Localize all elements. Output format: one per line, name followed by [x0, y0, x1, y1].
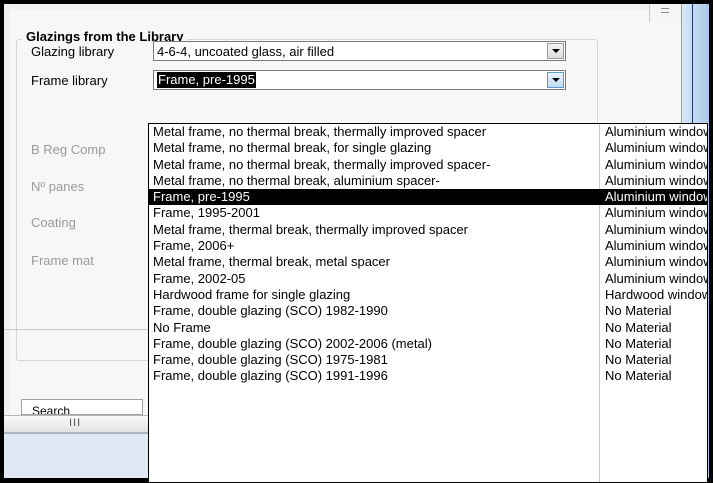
bottom-panel — [4, 433, 150, 478]
dropdown-option[interactable]: Metal frame, thermal break, metal spacer… — [149, 254, 707, 270]
dropdown-option[interactable]: Frame, pre-1995 Aluminium window — [149, 189, 708, 206]
horizontal-scrollbar[interactable]: III — [4, 415, 150, 433]
coating-label: Coating — [31, 215, 76, 230]
dropdown-option[interactable]: Metal frame, no thermal break, for singl… — [149, 140, 707, 156]
dropdown-option[interactable]: Frame, double glazing (SCO) 1975-1981 No … — [149, 352, 707, 368]
option-material: Aluminium window — [605, 238, 708, 254]
option-material: No Material — [605, 352, 672, 368]
option-name: Frame, double glazing (SCO) 2002-2006 (m… — [153, 335, 432, 351]
dropdown-option[interactable]: Hardwood frame for single glazing Hardwoo… — [149, 287, 707, 303]
dropdown-option[interactable]: Frame, 2002-05 Aluminium window — [149, 271, 707, 287]
option-name: No Frame — [153, 319, 211, 335]
option-name: Frame, pre-1995 — [153, 189, 250, 205]
dropdown-option[interactable]: Metal frame, no thermal break, thermally… — [149, 157, 707, 173]
option-name: Metal frame, no thermal break, for singl… — [153, 140, 432, 156]
option-material: Aluminium window — [605, 254, 708, 270]
divider — [4, 329, 150, 330]
option-material: Aluminium window — [605, 124, 708, 139]
search-label: Search — [32, 404, 71, 415]
scrollbar-grip-icon[interactable]: III — [69, 417, 81, 429]
option-material: No Material — [605, 303, 672, 319]
option-material: Aluminium window — [605, 156, 708, 172]
option-material: Aluminium window — [605, 189, 708, 205]
option-material: Aluminium window — [605, 140, 708, 156]
dropdown-option[interactable]: Metal frame, no thermal break, aluminium… — [149, 173, 707, 189]
vertical-scrollbar[interactable] — [649, 4, 682, 22]
num-panes-label: Nº panes — [31, 179, 85, 194]
dropdown-option[interactable]: Frame, double glazing (SCO) 2002-2006 (m… — [149, 336, 707, 352]
option-name: Frame, 2006+ — [153, 238, 235, 254]
option-name: Frame, 1995-2001 — [153, 205, 260, 221]
option-material: Aluminium window — [605, 270, 708, 286]
option-name: Frame, 2002-05 — [153, 270, 246, 286]
dropdown-option[interactable]: Frame, double glazing (SCO) 1991-1996 No … — [149, 368, 707, 384]
option-name: Metal frame, no thermal break, aluminium… — [153, 172, 440, 188]
option-name: Frame, double glazing (SCO) 1991-1996 — [153, 368, 388, 384]
option-material: Aluminium window — [605, 205, 708, 221]
scrollbar-thumb[interactable] — [661, 8, 669, 13]
option-name: Hardwood frame for single glazing — [153, 286, 351, 302]
option-name: Frame, double glazing (SCO) 1982-1990 — [153, 303, 388, 319]
option-material: No Material — [605, 335, 672, 351]
option-name: Metal frame, no thermal break, thermally… — [153, 124, 487, 139]
option-name: Metal frame, thermal break, thermally im… — [153, 221, 469, 237]
glazing-library-dropdown-button[interactable] — [547, 43, 564, 59]
dropdown-option[interactable]: Metal frame, thermal break, thermally im… — [149, 222, 707, 238]
dropdown-option[interactable]: Frame, 1995-2001 Aluminium window — [149, 205, 707, 221]
search-field[interactable]: Search — [21, 399, 143, 415]
option-material: Hardwood window — [605, 286, 708, 302]
glazing-library-label: Glazing library — [31, 44, 115, 59]
frame-library-label: Frame library — [31, 73, 108, 88]
frame-material-label: Frame mat — [31, 253, 94, 268]
option-material: Aluminium window — [605, 221, 708, 237]
dropdown-option[interactable]: No Frame No Material — [149, 320, 707, 336]
option-material: Aluminium window — [605, 172, 708, 188]
frame-library-value: Frame, pre-1995 — [157, 72, 256, 88]
frame-library-select[interactable]: Frame, pre-1995 — [153, 70, 566, 90]
option-material: No Material — [605, 368, 672, 384]
dropdown-option[interactable]: Frame, double glazing (SCO) 1982-1990 No … — [149, 303, 707, 319]
option-material: No Material — [605, 319, 672, 335]
chevron-down-icon — [551, 78, 560, 82]
b-reg-comp-label: B Reg Comp — [31, 142, 106, 157]
glazing-library-value: 4-6-4, uncoated glass, air filled — [157, 44, 335, 59]
chevron-down-icon — [551, 49, 560, 53]
glazing-library-select[interactable]: 4-6-4, uncoated glass, air filled — [153, 41, 566, 61]
frame-library-dropdown-list[interactable]: Metal frame, no thermal break, thermally… — [148, 123, 708, 483]
dropdown-option[interactable]: Frame, 2006+ Aluminium window — [149, 238, 707, 254]
option-name: Metal frame, no thermal break, thermally… — [153, 156, 491, 172]
option-name: Metal frame, thermal break, metal spacer — [153, 254, 390, 270]
option-name: Frame, double glazing (SCO) 1975-1981 — [153, 352, 388, 368]
frame-library-dropdown-button[interactable] — [547, 72, 564, 88]
dropdown-option[interactable]: Metal frame, no thermal break, thermally… — [149, 124, 707, 140]
